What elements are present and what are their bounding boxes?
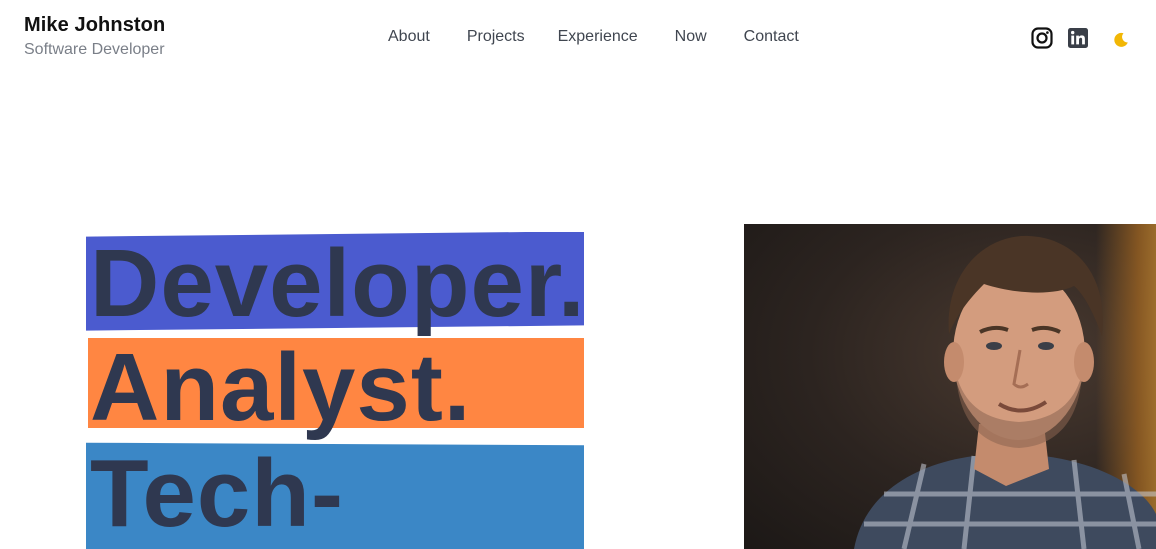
- site-owner-name[interactable]: Mike Johnston: [24, 14, 165, 37]
- hero-word-tech: Tech-: [90, 440, 344, 547]
- nav-link-experience[interactable]: Experience: [558, 28, 638, 46]
- hero-word-developer: Developer.: [90, 232, 586, 337]
- site-owner-role: Software Developer: [24, 41, 165, 58]
- main-nav: About Projects Experience Now Contact: [388, 28, 799, 46]
- hero-headline: Developer. Analyst. Tech-: [84, 232, 588, 549]
- linkedin-icon[interactable]: [1067, 27, 1089, 49]
- nav-link-contact[interactable]: Contact: [744, 28, 799, 46]
- portrait-figure: [854, 235, 1156, 549]
- nav-link-about[interactable]: About: [388, 28, 430, 46]
- profile-photo: [744, 224, 1156, 549]
- instagram-icon[interactable]: [1031, 27, 1053, 49]
- header-actions: [1031, 27, 1129, 49]
- nav-link-now[interactable]: Now: [675, 28, 707, 46]
- brand[interactable]: Mike Johnston Software Developer: [24, 14, 165, 59]
- moon-icon[interactable]: [1113, 32, 1129, 48]
- hero-word-analyst: Analyst.: [90, 334, 472, 441]
- nav-link-projects[interactable]: Projects: [467, 28, 525, 46]
